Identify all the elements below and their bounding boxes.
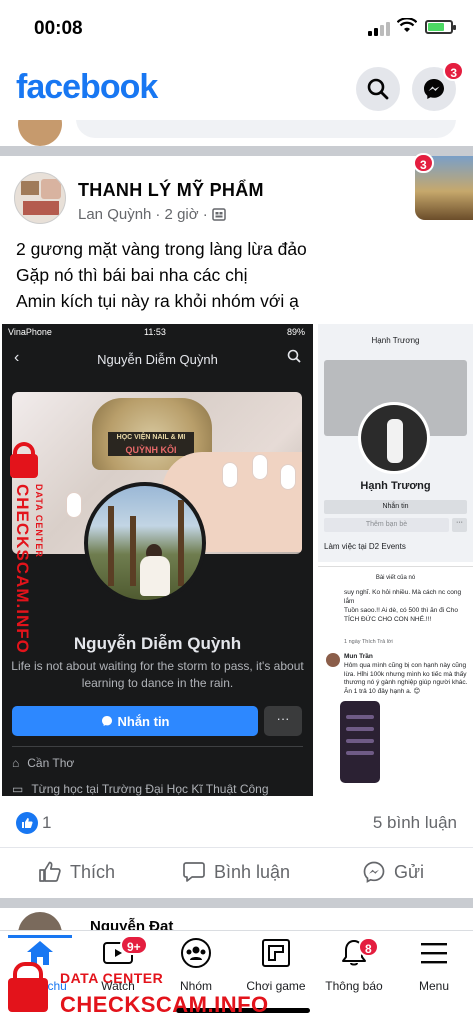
story-badge: 3: [413, 153, 434, 173]
add-friend-button: Thêm bạn bè: [324, 518, 449, 532]
education-icon: ▭: [12, 782, 24, 796]
tab-menu[interactable]: Menu: [394, 935, 473, 993]
profile-picture: [84, 482, 206, 604]
search-icon: [287, 349, 301, 366]
post-time: · 2 giờ ·: [155, 206, 208, 223]
comment-field[interactable]: [76, 120, 456, 138]
messenger-badge: 3: [443, 61, 464, 81]
info-work: Làm việc tại D2 Events: [324, 542, 406, 551]
comment-button[interactable]: Bình luận: [182, 860, 290, 884]
facebook-logo[interactable]: facebook: [16, 68, 158, 107]
bell-icon: [314, 935, 394, 971]
messenger-icon: [424, 79, 444, 99]
notifications-badge: 8: [358, 937, 379, 957]
watermark-text: CHECKSCAM.INFO: [13, 484, 32, 654]
active-tab-indicator: [8, 935, 72, 938]
like-count: 1: [42, 813, 52, 832]
watermark-side: CHECKSCAM.INFO DATA CENTER: [4, 440, 44, 670]
send-button[interactable]: Gửi: [362, 860, 424, 884]
profile-screenshot-left: VinaPhone 11:53 89% ‹ Nguyễn Diễm Quỳnh …: [2, 324, 313, 796]
app-header: facebook 3: [0, 58, 473, 120]
status-bar: 00:08: [0, 0, 473, 58]
menu-icon: [394, 935, 473, 971]
embedded-title: Hạnh Trương: [371, 336, 420, 345]
tab-label: Thông báo: [325, 979, 383, 993]
battery-icon: [425, 20, 456, 34]
watermark-subtext: DATA CENTER: [34, 484, 44, 558]
post-text-line: Gặp nó thì bái bai nha các chị: [16, 265, 248, 285]
info-location: ⌂ Cần Thơ: [12, 756, 75, 770]
embedded-title: Bài viết của nó: [375, 575, 416, 581]
post-text-line: Amin kích tụi này ra khỏi nhóm với ạ: [16, 291, 299, 311]
messenger-icon: [101, 716, 112, 726]
avatar: [18, 120, 62, 146]
post-text: 2 gương mặt vàng trong làng lừa đảo Gặp …: [16, 236, 456, 314]
thumbs-up-icon: [39, 861, 61, 882]
post-text-line: 2 gương mặt vàng trong làng lừa đảo: [16, 239, 307, 259]
watch-badge: 9+: [120, 935, 148, 955]
home-icon: ⌂: [12, 756, 20, 770]
watermark-text: CHECKSCAM.INFO: [60, 992, 269, 1017]
wifi-icon: [396, 17, 418, 39]
search-icon: [367, 78, 389, 100]
more-button: ···: [264, 706, 302, 736]
watermark-bottom: DATA CENTER CHECKSCAM.INFO: [2, 962, 302, 1022]
comment-count[interactable]: 5 bình luận: [373, 813, 457, 833]
commenter-name: Mun Trần: [344, 653, 373, 660]
more-button: ···: [452, 518, 467, 532]
comment-text: Tuồn saoo.!! Ai dè, có 500 thì ăn đi Cho…: [344, 607, 458, 623]
group-avatar[interactable]: [14, 172, 66, 224]
screenshot-thumbnail: [340, 701, 380, 783]
feed-divider: [0, 146, 473, 156]
feed-divider: [0, 898, 473, 908]
watermark-subtext: DATA CENTER: [60, 970, 164, 986]
profile-bio: Life is not about waiting for the storm …: [11, 659, 304, 690]
post-meta: Lan Quỳnh · 2 giờ ·: [78, 206, 226, 223]
post-image[interactable]: VinaPhone 11:53 89% ‹ Nguyễn Diễm Quỳnh …: [0, 322, 473, 796]
comment-text: Hôm qua mình cũng bị con hạnh này cũng l…: [344, 662, 468, 695]
post-actions: Thích Bình luận Gửi: [0, 848, 473, 898]
group-privacy-icon: [212, 208, 226, 221]
embedded-title: Nguyễn Diễm Quỳnh: [97, 352, 218, 367]
message-button: Nhắn tin: [12, 706, 258, 736]
group-name[interactable]: THANH LÝ MỸ PHẨM: [78, 180, 264, 201]
embedded-battery: 89%: [286, 327, 305, 337]
comments-screenshot: Bài viết của nó suy nghĩ. Ko hỏi nhiều. …: [318, 566, 473, 796]
status-time: 00:08: [34, 18, 83, 39]
post-author[interactable]: Lan Quỳnh: [78, 206, 151, 223]
info-education: ▭ Từng học tại Trường Đại Học Kĩ Thuật Cô…: [12, 782, 269, 796]
profile-name: Hạnh Trương: [360, 480, 431, 492]
profile-picture: [358, 402, 430, 474]
separator: [12, 746, 303, 747]
messenger-icon: [363, 861, 385, 883]
tab-label: Menu: [418, 979, 450, 993]
reaction-summary[interactable]: 1 5 bình luận: [0, 798, 473, 848]
comment-icon: [183, 862, 205, 882]
carrier-name: VinaPhone: [8, 327, 52, 337]
profile-screenshot-right: Hạnh Trương Hạnh Trương Nhắn tin Thêm bạ…: [318, 324, 473, 562]
embedded-time: 11:53: [144, 327, 166, 337]
comment-actions: 1 ngày Thích Trả lời: [344, 639, 393, 645]
embedded-status-bar: VinaPhone 11:53 89%: [2, 324, 313, 340]
messenger-button[interactable]: 3: [412, 61, 464, 111]
cover-label: HỌC VIỆN NAIL & MI QUỲNH KÔI: [108, 432, 194, 456]
search-button[interactable]: [356, 67, 400, 111]
cellular-signal-icon: [368, 20, 390, 36]
embedded-nav: ‹ Nguyễn Diễm Quỳnh: [2, 344, 313, 374]
comment-text: suy nghĩ. Ko hỏi nhiều. Mà cách nc cong …: [344, 589, 462, 605]
like-button[interactable]: Thích: [38, 860, 115, 884]
previous-post-composer: [0, 120, 473, 146]
avatar: [326, 653, 340, 667]
message-button: Nhắn tin: [324, 500, 467, 514]
tab-notifications[interactable]: 8 Thông báo: [314, 935, 394, 993]
like-reaction-icon: [16, 812, 38, 834]
profile-name: Nguyễn Diễm Quỳnh: [73, 634, 242, 653]
